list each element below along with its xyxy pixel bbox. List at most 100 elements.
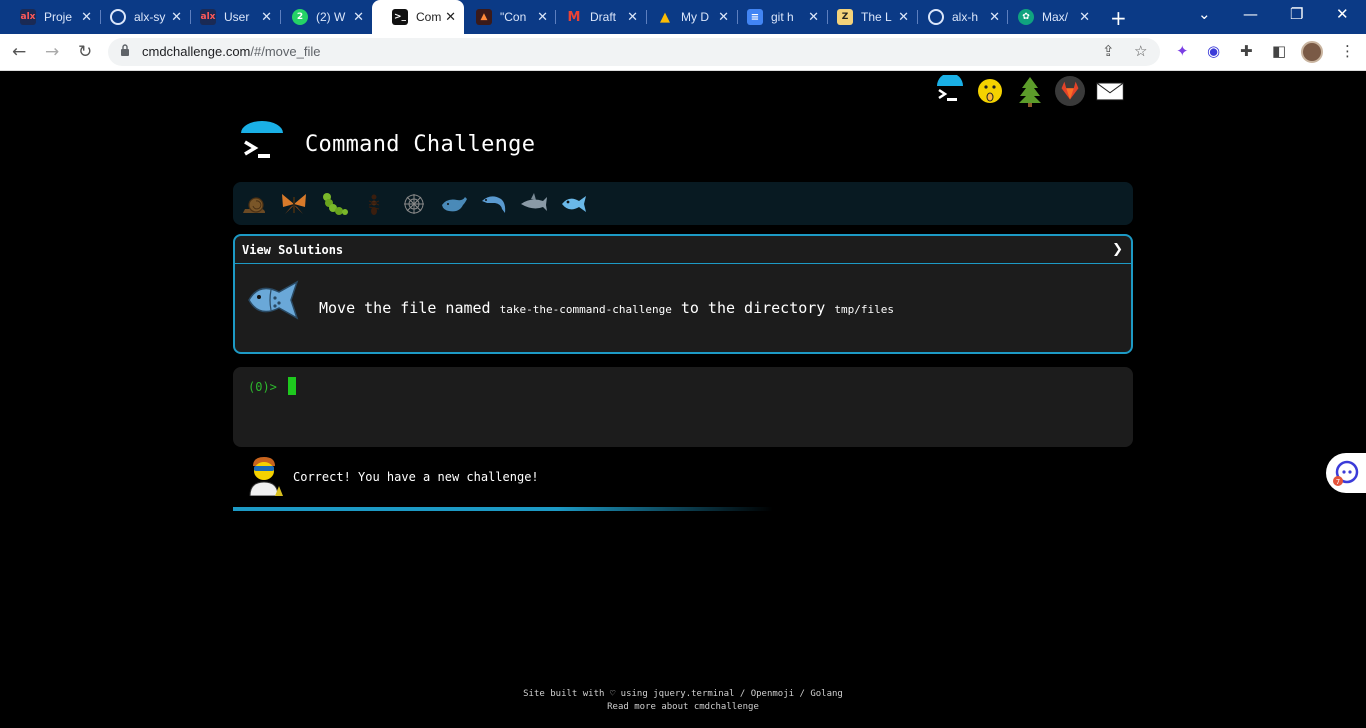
butterfly-icon[interactable] <box>279 189 309 219</box>
whatsapp-icon: 2 <box>292 9 308 25</box>
alx-logo-icon: alx <box>200 9 216 25</box>
terminal[interactable]: (0)> <box>233 367 1133 447</box>
url-text: cmdchallenge.com/#/move_file <box>142 44 321 59</box>
reload-icon[interactable]: ↻ <box>78 42 92 62</box>
profile-avatar[interactable] <box>1301 41 1323 63</box>
whale-icon[interactable] <box>439 189 469 219</box>
extension-face-icon[interactable]: ◉ <box>1207 42 1220 60</box>
tab-title: (2) W <box>316 10 346 24</box>
chatgpt-icon: ✿ <box>1018 9 1034 25</box>
browser-tab[interactable]: alx User ✕ <box>180 4 280 30</box>
menu-dots-icon[interactable]: ⋮ <box>1340 42 1355 60</box>
browser-tab[interactable]: M Draft ✕ <box>546 4 646 30</box>
minimize-icon[interactable]: — <box>1243 5 1258 23</box>
view-solutions-toggle[interactable]: View Solutions ❯ <box>235 236 1131 264</box>
footer-read-more-link[interactable]: Read more about cmdchallenge <box>0 701 1366 714</box>
cmdchallenge-logo-icon <box>239 121 285 167</box>
site-icon: Z <box>837 9 853 25</box>
ant-icon[interactable] <box>359 189 389 219</box>
progress-fill <box>233 507 773 511</box>
terminal-prompt: (0)> <box>248 380 277 394</box>
close-tab-icon[interactable]: ✕ <box>1079 10 1090 25</box>
challenge-panel: View Solutions ❯ Move the file named tak… <box>233 234 1133 354</box>
docs-icon: ≡ <box>747 9 763 25</box>
spider-web-icon[interactable] <box>399 189 429 219</box>
floating-assistant-icon[interactable]: 7 <box>1326 453 1366 493</box>
forward-arrow-icon[interactable]: → <box>45 42 59 62</box>
back-arrow-icon[interactable]: ← <box>12 42 26 62</box>
tab-title: The L <box>861 10 892 24</box>
tab-title: alx-h <box>952 10 979 24</box>
tab-title: alx-sy <box>134 10 166 24</box>
browser-tab[interactable]: alx Proje ✕ <box>0 4 100 30</box>
progress-bar <box>233 507 1133 511</box>
close-tab-icon[interactable]: ✕ <box>353 10 364 25</box>
tab-title: Draft <box>590 10 617 24</box>
github-icon <box>110 9 126 25</box>
side-panel-icon[interactable]: ◧ <box>1272 42 1286 60</box>
dolphin-icon[interactable] <box>479 189 509 219</box>
browser-tab-active[interactable]: >_ Com ✕ <box>372 0 464 34</box>
browser-tab[interactable]: alx-h ✕ <box>908 4 1008 30</box>
terminal-icon: >_ <box>392 9 408 25</box>
browser-tab[interactable]: ▲ "Con ✕ <box>456 4 556 30</box>
shark-icon[interactable] <box>519 189 549 219</box>
fish-icon <box>245 278 301 326</box>
footer-credits[interactable]: Site built with ♡ using jquery.terminal … <box>0 688 1366 701</box>
shushing-face-icon[interactable] <box>975 75 1005 107</box>
tab-strip: alx Proje ✕ alx-sy ✕ alx User ✕ 2 (2) W … <box>0 0 1366 34</box>
restore-icon[interactable]: ❐ <box>1290 5 1303 23</box>
browser-tab[interactable]: ✿ Max/ ✕ <box>998 4 1098 30</box>
drive-icon: ▲ <box>660 9 670 25</box>
tab-title: Com <box>416 10 442 24</box>
page-header: Command Challenge <box>239 121 535 167</box>
tab-search-chevron-icon[interactable]: ⌄ <box>1198 5 1211 23</box>
alx-logo-icon: alx <box>20 9 36 25</box>
challenge-description: Move the file named take-the-command-cha… <box>319 299 894 317</box>
browser-tab[interactable]: ≡ git h ✕ <box>727 4 827 30</box>
gmail-icon: M <box>567 9 581 25</box>
tab-title: git h <box>771 10 794 24</box>
tree-icon[interactable] <box>1015 75 1045 107</box>
close-window-icon[interactable]: ✕ <box>1336 5 1349 23</box>
new-tab-plus-icon[interactable]: + <box>1110 6 1127 30</box>
footer: Site built with ♡ using jquery.terminal … <box>0 688 1366 714</box>
page-title: Command Challenge <box>305 131 536 157</box>
snail-icon[interactable] <box>239 189 269 219</box>
challenge-body: Move the file named take-the-command-cha… <box>235 264 1131 352</box>
bookmark-star-icon[interactable]: ☆ <box>1134 42 1147 60</box>
svg-text:7: 7 <box>1336 478 1340 486</box>
tab-title: Max/ <box>1042 10 1069 24</box>
fish-icon[interactable] <box>559 189 589 219</box>
result-row: Correct! You have a new challenge! <box>245 454 539 500</box>
address-bar[interactable]: cmdchallenge.com/#/move_file ⇪ ☆ <box>108 38 1160 66</box>
lock-icon <box>121 44 129 56</box>
browser-toolbar: ← → ↻ cmdchallenge.com/#/move_file ⇪ ☆ ✦… <box>0 34 1366 71</box>
terminal-logo-icon[interactable] <box>935 75 965 107</box>
chevron-right-icon[interactable]: ❯ <box>1112 242 1123 257</box>
browser-tab[interactable]: ▲ My D ✕ <box>637 4 737 30</box>
close-tab-icon[interactable]: ✕ <box>445 10 456 25</box>
tab-title: Proje <box>44 10 73 24</box>
terminal-cursor <box>288 377 296 395</box>
close-tab-icon[interactable]: ✕ <box>261 10 272 25</box>
file-name-code: take-the-command-challenge <box>499 303 672 316</box>
tab-title: User <box>224 10 250 24</box>
video-icon: ▲ <box>476 9 492 25</box>
tab-title: My D <box>681 10 709 24</box>
browser-tab[interactable]: 2 (2) W ✕ <box>272 4 372 30</box>
result-message: Correct! You have a new challenge! <box>293 470 539 484</box>
gitlab-icon[interactable] <box>1055 75 1085 107</box>
tab-title: "Con <box>500 10 527 24</box>
page-content: Command Challenge View Solutions ❯ Move … <box>0 71 1366 728</box>
caterpillar-icon[interactable] <box>319 189 349 219</box>
github-icon <box>928 9 944 25</box>
hacker-emoji-icon <box>245 454 283 500</box>
extensions-puzzle-icon[interactable]: ✚ <box>1240 42 1253 60</box>
sparkle-extension-icon[interactable]: ✦ <box>1176 42 1189 60</box>
mail-envelope-icon[interactable] <box>1095 75 1125 107</box>
browser-tab[interactable]: alx-sy ✕ <box>90 4 190 30</box>
browser-tab[interactable]: Z The L ✕ <box>817 4 917 30</box>
top-icon-bar <box>935 75 1125 107</box>
share-icon[interactable]: ⇪ <box>1102 42 1115 60</box>
